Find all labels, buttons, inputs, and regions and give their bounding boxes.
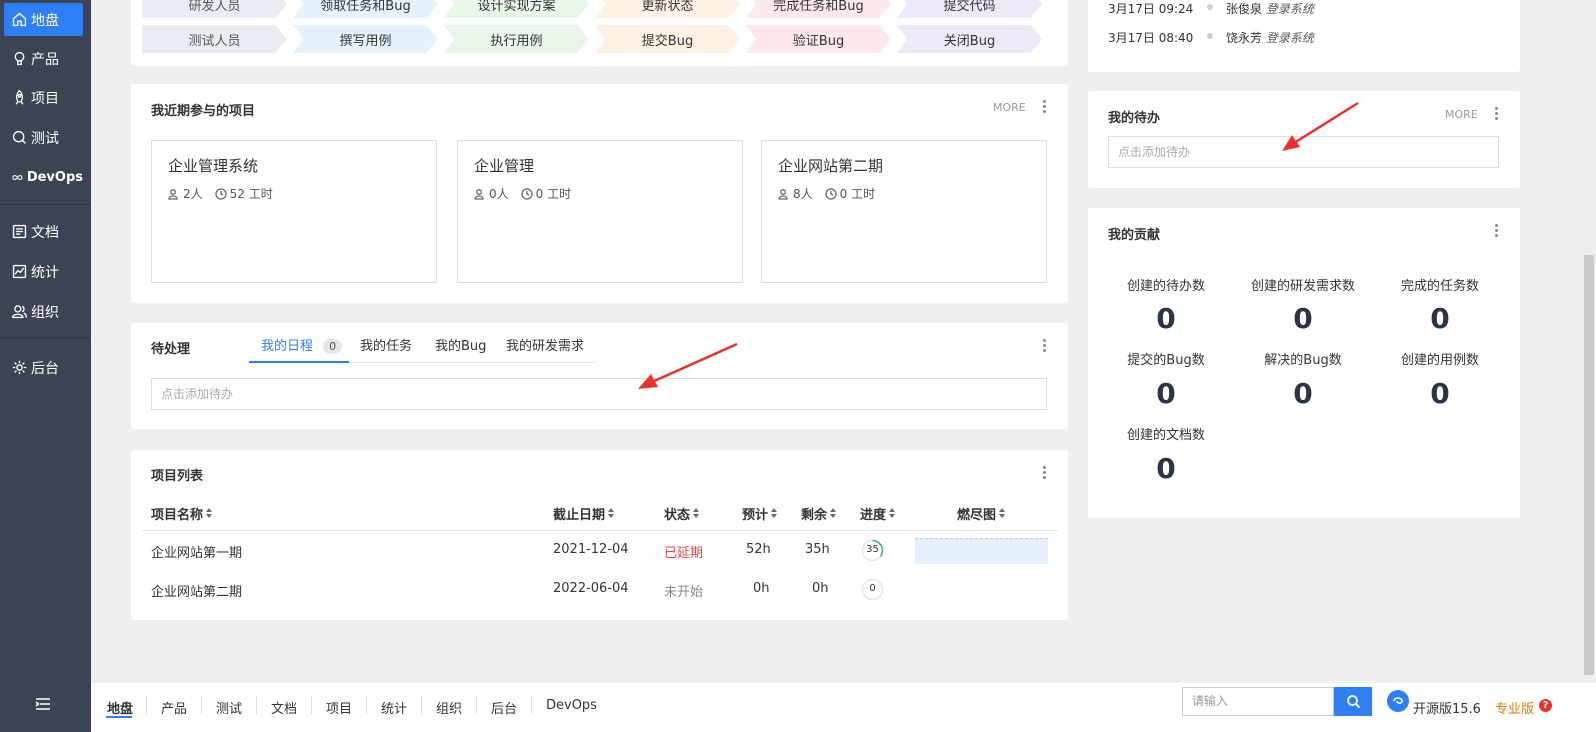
search-input[interactable]: 请输入 bbox=[1182, 687, 1334, 716]
pro-edition-link[interactable]: 专业版 bbox=[1495, 698, 1534, 717]
bottom-nav-test[interactable]: 测试 bbox=[216, 698, 242, 717]
separator bbox=[311, 696, 312, 714]
red-arrow-icon bbox=[1282, 101, 1359, 151]
separator bbox=[366, 696, 367, 714]
bottom-nav-dashboard[interactable]: 地盘 bbox=[107, 698, 133, 717]
search-button[interactable] bbox=[1334, 687, 1372, 716]
bottom-bar: 地盘 产品 测试 文档 项目 统计 组织 后台 DevOps 请输入 开源版15… bbox=[91, 683, 1596, 732]
separator bbox=[201, 696, 202, 714]
bottom-nav-project[interactable]: 项目 bbox=[326, 698, 352, 717]
annotation-arrows bbox=[638, 101, 1359, 389]
bottom-nav-product[interactable]: 产品 bbox=[161, 698, 187, 717]
bottom-nav-stats[interactable]: 统计 bbox=[381, 698, 407, 717]
red-arrow-icon bbox=[638, 342, 738, 389]
zentao-logo-icon bbox=[1387, 690, 1409, 712]
separator bbox=[476, 696, 477, 714]
separator bbox=[146, 696, 147, 714]
search-icon bbox=[1346, 695, 1360, 709]
bottom-nav-org[interactable]: 组织 bbox=[436, 698, 462, 717]
separator bbox=[531, 696, 532, 714]
separator bbox=[421, 696, 422, 714]
zentao-swirl-graphic bbox=[1393, 697, 1403, 705]
bottom-nav-admin[interactable]: 后台 bbox=[491, 698, 517, 717]
help-icon[interactable]: ? bbox=[1539, 699, 1552, 712]
version-label[interactable]: 开源版15.6 bbox=[1413, 698, 1481, 717]
bottom-nav-active-indicator bbox=[106, 716, 132, 718]
bottom-nav-devops[interactable]: DevOps bbox=[546, 698, 597, 713]
page-scrollbar[interactable] bbox=[1584, 255, 1594, 675]
separator bbox=[256, 696, 257, 714]
bottom-nav-doc[interactable]: 文档 bbox=[271, 698, 297, 717]
